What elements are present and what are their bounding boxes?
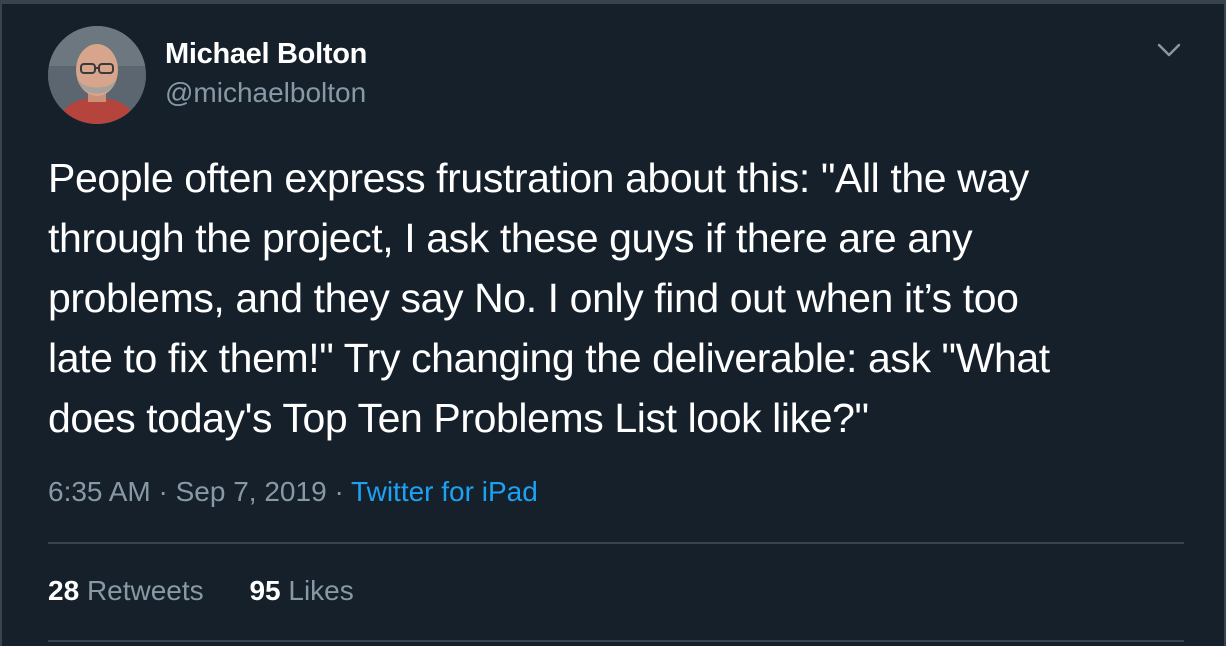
likes-stat[interactable]: 95 Likes (249, 575, 353, 607)
retweets-label: Retweets (86, 575, 204, 606)
divider (48, 542, 1184, 544)
retweets-count: 28 (48, 575, 80, 606)
author-name[interactable]: Michael Bolton (165, 38, 367, 71)
avatar-portrait-icon (48, 26, 146, 124)
tweet-date[interactable]: Sep 7, 2019 (176, 476, 327, 507)
meta-separator: · (334, 476, 344, 507)
tweet-stats: 28 Retweets 95 Likes (48, 575, 354, 607)
tweet-source-link[interactable]: Twitter for iPad (351, 476, 538, 507)
chevron-down-icon[interactable] (1154, 38, 1184, 62)
meta-separator: · (158, 476, 168, 507)
tweet-card: Michael Bolton @michaelbolton People oft… (0, 0, 1226, 646)
left-border (0, 0, 2, 646)
tweet-time[interactable]: 6:35 AM (48, 476, 151, 507)
top-border (0, 0, 1226, 4)
tweet-text: People often express frustration about t… (48, 155, 1050, 441)
likes-count: 95 (249, 575, 281, 606)
avatar[interactable] (48, 26, 146, 124)
likes-label: Likes (288, 575, 354, 606)
divider (48, 640, 1184, 642)
retweets-stat[interactable]: 28 Retweets (48, 575, 204, 607)
tweet-meta: 6:35 AM · Sep 7, 2019 · Twitter for iPad (48, 476, 538, 508)
author-handle[interactable]: @michaelbolton (165, 77, 366, 109)
